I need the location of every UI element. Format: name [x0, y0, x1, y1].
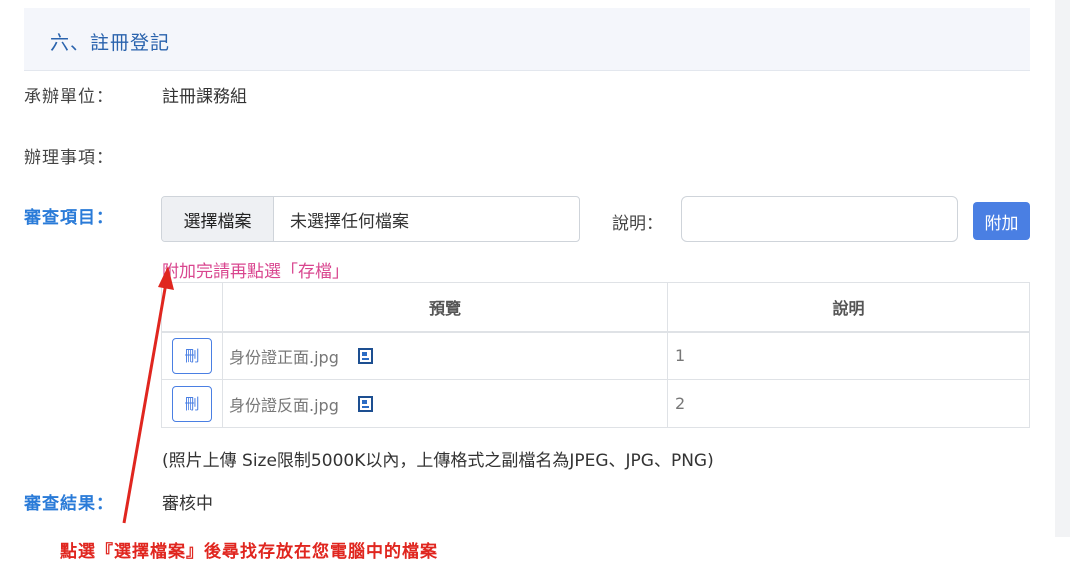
annotation-arrow	[122, 266, 174, 524]
annotation-caption: 點選『選擇檔案』後尋找存放在您電腦中的檔案	[60, 542, 438, 562]
